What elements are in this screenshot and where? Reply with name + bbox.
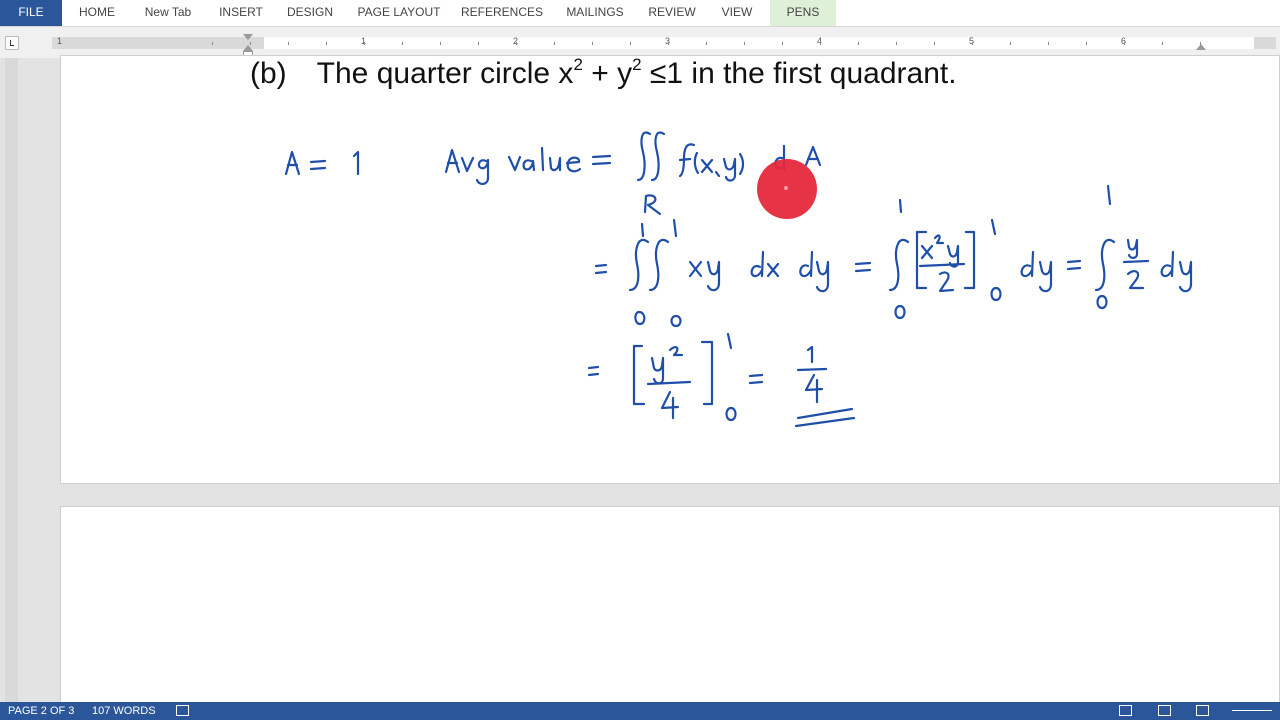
ink-region-r: [643, 194, 662, 216]
page-count-status[interactable]: PAGE 2 OF 3: [8, 705, 74, 717]
ink-iterated-integral: [594, 218, 830, 328]
ink-outer-integral: [1066, 184, 1193, 310]
ink-inner-evaluation: [854, 198, 1053, 320]
web-layout-icon[interactable]: [1196, 705, 1209, 716]
ink-area-equals-one: [284, 150, 360, 176]
pointer-center: [784, 186, 788, 190]
handwritten-ink: [284, 131, 1193, 428]
zoom-slider[interactable]: [1232, 710, 1272, 711]
print-layout-icon[interactable]: [1158, 705, 1171, 716]
word-count-status[interactable]: 107 WORDS: [92, 705, 156, 717]
proofing-icon[interactable]: [176, 705, 189, 716]
status-bar: PAGE 2 OF 3 107 WORDS: [0, 702, 1280, 720]
ink-avg-value-label: [444, 146, 612, 185]
ink-final-evaluation: [587, 332, 856, 428]
read-mode-icon[interactable]: [1119, 705, 1132, 716]
